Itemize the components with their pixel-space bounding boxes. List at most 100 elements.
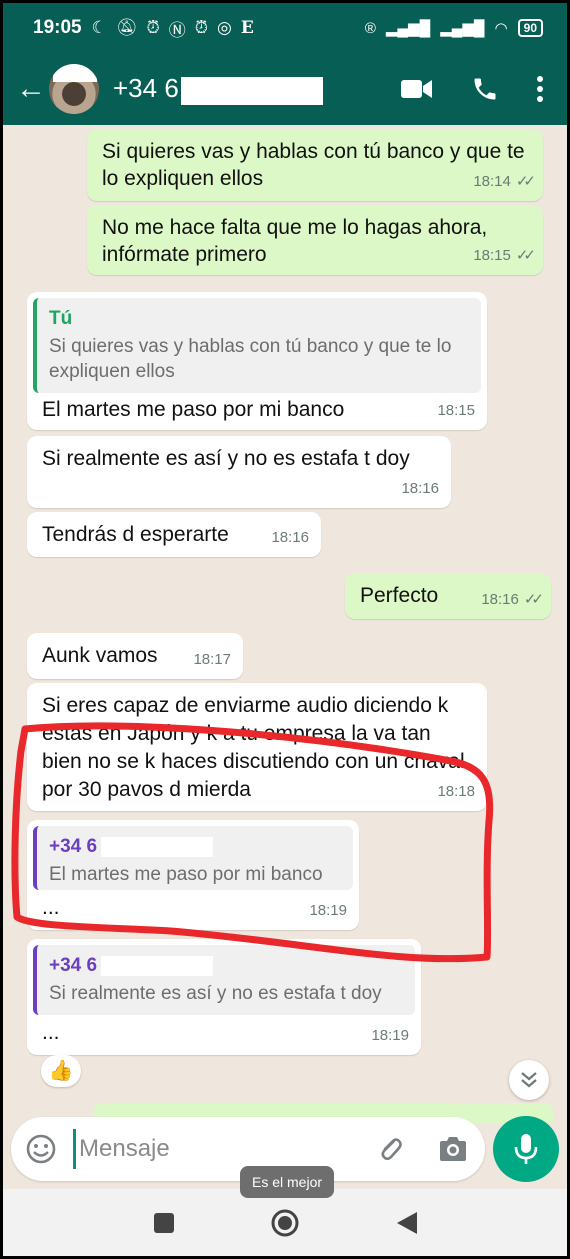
scroll-down-button[interactable] [509,1060,549,1100]
message-text: ... [42,1021,60,1044]
message-bubble-incoming[interactable]: +34 6 El martes me paso por mi banco ...… [27,820,359,930]
message-text: No me hace falta que me lo hagas ahora, … [102,216,488,266]
camera-icon[interactable] [437,1134,469,1169]
message-meta: 18:15 [437,397,475,424]
message-meta: 18:19 [371,1022,409,1049]
message-bubble-outgoing[interactable]: Perfecto 18:16 ✓✓ [345,573,551,619]
more-options-icon[interactable] [537,76,543,102]
quote-text: El martes me paso por mi banco [49,864,323,885]
alarm-icon: ⏰︎ [146,18,160,37]
tooltip: Es el mejor [240,1166,335,1198]
header-actions [401,75,543,103]
status-time: 19:05 [33,17,82,38]
e-icon: E [240,18,254,38]
message-text: Si quieres vas y hablas con tú banco y q… [102,140,525,190]
home-button[interactable] [270,1208,300,1243]
chevron-down-icon [521,1072,537,1088]
square-icon [154,1213,174,1233]
message-bubble-incoming[interactable]: +34 6 Si realmente es así y no es estafa… [27,939,421,1055]
message-bubble-incoming[interactable]: Si realmente es así y no es estafa t doy… [27,436,451,508]
message-text: Si realmente es así y no es estafa t doy [42,447,410,470]
message-meta: 18:14 ✓✓ [473,168,536,195]
redaction-bar [101,955,214,976]
registered-icon: ® [364,19,376,37]
message-time: 18:15 [473,247,511,264]
message-bubble-incoming[interactable]: Si eres capaz de enviarme audio diciendo… [27,683,487,811]
message-time: 18:19 [371,1027,409,1044]
quote-text: Si quieres vas y hablas con tú banco y q… [49,336,452,382]
message-bubble-outgoing[interactable]: No me hace falta que me lo hagas ahora, … [87,205,543,275]
avatar-redaction [53,64,97,82]
message-bubble-incoming[interactable]: Tú Si quieres vas y hablas con tú banco … [27,292,487,430]
message-text: Tendrás d esperarte [42,523,229,546]
message-time: 18:16 [271,529,309,546]
status-icons: ☾ 🔕︎ ⏰︎ Ⓝ ⏰︎ ◎ E [92,16,254,41]
voice-record-button[interactable] [493,1116,559,1182]
message-text: ... [42,896,60,919]
quoted-message[interactable]: +34 6 El martes me paso por mi banco [33,826,353,890]
message-bubble-outgoing[interactable]: Si quieres vas y hablas con tú banco y q… [87,129,543,201]
status-bar: 19:05 ☾ 🔕︎ ⏰︎ Ⓝ ⏰︎ ◎ E ® ▂▄▆█ ▂▄▆█ ◠ 90 [3,3,567,53]
phone-screen: 19:05 ☾ 🔕︎ ⏰︎ Ⓝ ⏰︎ ◎ E ® ▂▄▆█ ▂▄▆█ ◠ 90 … [3,3,567,1256]
message-time: 18:16 [481,591,519,608]
reaction-thumbs-up[interactable]: 👍 [41,1055,81,1087]
moon-icon: ☾ [91,18,107,37]
redaction-bar [180,76,323,105]
quote-author: Tú [49,308,73,329]
quote-author-number: +34 6 [49,955,98,976]
chat-area[interactable]: Si quieres vas y hablas con tú banco y q… [3,125,567,1125]
avatar[interactable] [49,64,99,114]
recents-button[interactable] [153,1212,175,1239]
message-bubble-incoming[interactable]: Tendrás d esperarte 18:16 [27,512,321,557]
read-ticks-icon: ✓✓ [515,173,536,190]
contact-number: +34 6 [113,73,179,104]
alarm-icon: ⏰︎ [194,18,208,37]
contact-name[interactable]: +34 6 [113,73,323,105]
message-input[interactable] [73,1129,353,1169]
signal-icon: ▂▄▆█ [440,20,485,37]
wifi-icon: ◠ [494,20,508,37]
quote-text: Si realmente es así y no es estafa t doy [49,983,382,1004]
triangle-back-icon [397,1212,417,1234]
quote-author-number: +34 6 [49,836,98,857]
system-navbar [3,1189,567,1256]
quote-author: +34 6 [49,834,341,859]
instagram-icon: ◎ [216,18,232,37]
microphone-icon [514,1134,538,1164]
status-right: ® ▂▄▆█ ▂▄▆█ ◠ 90 [365,19,543,37]
back-button[interactable] [395,1210,419,1241]
emoji-icon[interactable] [25,1133,57,1170]
quoted-message[interactable]: Tú Si quieres vas y hablas con tú banco … [33,298,481,393]
message-meta: 18:16 ✓✓ [481,586,544,613]
nfc-icon: Ⓝ [168,20,186,40]
message-meta: 18:18 [437,778,475,805]
bell-off-icon: 🔕︎ [115,18,138,37]
message-time: 18:19 [309,902,347,919]
read-ticks-icon: ✓✓ [523,591,544,608]
redaction-bar [101,836,214,857]
chat-header: ← +34 6 [3,53,567,125]
quote-author: +34 6 [49,953,403,978]
message-meta: 18:15 ✓✓ [473,242,536,269]
message-text: El martes me paso por mi banco [42,398,345,421]
message-meta: 18:16 [271,524,309,551]
circle-icon [271,1209,299,1237]
message-time: 18:17 [193,651,231,668]
read-ticks-icon: ✓✓ [515,247,536,264]
battery-icon: 90 [517,19,543,37]
message-meta: 18:19 [309,897,347,924]
signal-icon: ▂▄▆█ [385,20,431,37]
message-text: Si eres capaz de enviarme audio diciendo… [42,694,465,801]
phone-call-icon[interactable] [471,75,499,103]
quoted-message[interactable]: +34 6 Si realmente es así y no es estafa… [33,945,415,1015]
back-arrow-icon[interactable]: ← [13,72,49,106]
message-meta: 18:17 [193,646,231,673]
message-time: 18:14 [473,173,511,190]
message-time: 18:18 [437,783,475,800]
message-time: 18:16 [401,480,439,497]
paperclip-icon[interactable] [375,1134,405,1169]
message-meta: 18:16 [401,475,439,502]
video-call-icon[interactable] [401,78,433,100]
message-time: 18:15 [437,402,475,419]
message-bubble-incoming[interactable]: Aunk vamos 18:17 [27,633,243,679]
